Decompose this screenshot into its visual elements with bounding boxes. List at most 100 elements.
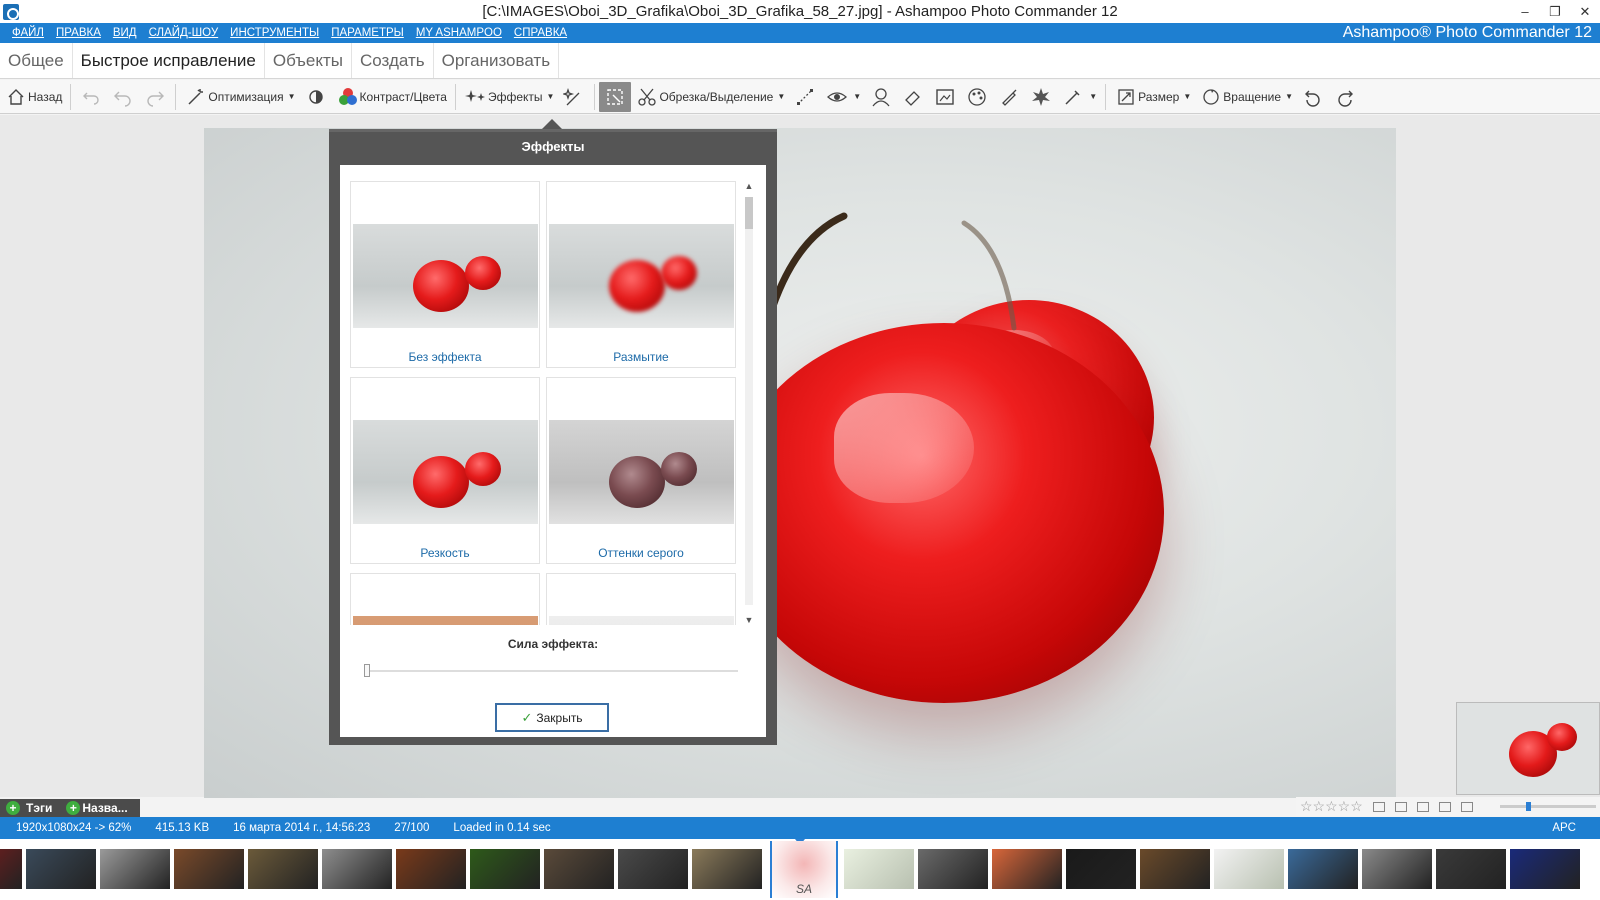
filmstrip-thumb[interactable] xyxy=(1362,849,1432,889)
zoom-slider-knob[interactable] xyxy=(1526,802,1531,811)
straighten-button[interactable] xyxy=(789,82,821,112)
redo-button[interactable] xyxy=(139,82,171,112)
fullscreen-icon[interactable] xyxy=(1438,801,1451,812)
filmstrip-thumb[interactable] xyxy=(544,849,614,889)
brightness-button[interactable] xyxy=(300,82,332,112)
scroll-track[interactable] xyxy=(745,197,753,605)
zoom-slider-track[interactable] xyxy=(1500,805,1596,808)
filmstrip-thumb[interactable] xyxy=(396,849,466,889)
splash-button[interactable] xyxy=(1025,82,1057,112)
restore-button[interactable]: ❐ xyxy=(1540,0,1570,23)
rotate-right-icon xyxy=(1333,85,1357,109)
effect-card-sepia[interactable] xyxy=(350,573,540,625)
filmstrip-thumb[interactable] xyxy=(100,849,170,889)
effect-card-sharpen[interactable]: Резкость xyxy=(350,377,540,564)
toolbar-divider xyxy=(175,83,177,110)
navigator-preview[interactable] xyxy=(1456,702,1600,795)
brush-button[interactable] xyxy=(993,82,1025,112)
filmstrip-thumb[interactable] xyxy=(322,849,392,889)
minimize-button[interactable]: – xyxy=(1510,0,1540,23)
scroll-thumb[interactable] xyxy=(745,197,753,229)
effect-label: Размытие xyxy=(613,350,669,364)
menu-help[interactable]: СПРАВКА xyxy=(514,27,567,39)
menu-slideshow[interactable]: СЛАЙД-ШОУ xyxy=(149,27,219,39)
view-compare-icon[interactable] xyxy=(1394,801,1407,812)
add-name-icon[interactable]: + xyxy=(66,801,81,815)
undo-all-button[interactable] xyxy=(75,82,107,112)
resize-button[interactable]: Размер ▼ xyxy=(1110,82,1195,112)
filmstrip-thumb[interactable] xyxy=(692,849,762,889)
tab-objects[interactable]: Объекты xyxy=(265,43,352,78)
eraser-button[interactable] xyxy=(897,82,929,112)
filmstrip-thumb[interactable] xyxy=(248,849,318,889)
filmstrip-thumb[interactable] xyxy=(174,849,244,889)
gallery-scrollbar[interactable]: ▲ ▼ xyxy=(742,179,756,627)
filmstrip-thumb[interactable] xyxy=(992,849,1062,889)
filmstrip-thumb[interactable] xyxy=(1288,849,1358,889)
effect-card-blur[interactable]: Размытие xyxy=(546,181,736,368)
effect-strength-slider[interactable] xyxy=(364,664,738,678)
menu-my-ashampoo[interactable]: MY ASHAMPOO xyxy=(416,27,502,39)
line-tool-icon xyxy=(793,85,817,109)
add-tag-icon[interactable]: + xyxy=(6,801,20,815)
thumbnail-cherry xyxy=(661,452,697,486)
rotate-button[interactable]: Вращение ▼ xyxy=(1195,82,1297,112)
menu-tools[interactable]: ИНСТРУМЕНТЫ xyxy=(230,27,319,39)
effect-card-none[interactable]: Без эффекта xyxy=(350,181,540,368)
menu-view[interactable]: ВИД xyxy=(113,27,137,39)
palette-button[interactable] xyxy=(961,82,993,112)
frame-button[interactable] xyxy=(929,82,961,112)
menu-options[interactable]: ПАРАМЕТРЫ xyxy=(331,27,404,39)
select-tool-button[interactable] xyxy=(599,81,632,112)
filmstrip-thumb-current[interactable]: SA xyxy=(770,841,838,898)
thumbnail-cherry xyxy=(465,256,501,290)
rating-stars[interactable]: ☆☆☆☆☆ xyxy=(1300,798,1363,815)
portrait-button[interactable] xyxy=(865,82,897,112)
wand-sparkle-icon xyxy=(562,85,586,109)
scroll-up-icon[interactable]: ▲ xyxy=(742,179,756,193)
tab-create[interactable]: Создать xyxy=(352,43,434,78)
crop-selection-button[interactable]: Обрезка/Выделение ▼ xyxy=(631,82,789,112)
undo-button[interactable] xyxy=(107,82,139,112)
effect-card-grayscale[interactable]: Оттенки серого xyxy=(546,377,736,564)
filmstrip-thumb[interactable] xyxy=(918,849,988,889)
close-window-button[interactable]: ✕ xyxy=(1570,0,1600,23)
rotate-right-button[interactable] xyxy=(1329,82,1361,112)
tab-organize[interactable]: Организовать xyxy=(434,43,560,78)
monitor-icon[interactable] xyxy=(1460,801,1473,812)
quick-enhance-button[interactable] xyxy=(558,82,590,112)
filmstrip-thumb[interactable] xyxy=(844,849,914,889)
view-grid-icon[interactable] xyxy=(1416,801,1429,812)
filmstrip-thumb[interactable] xyxy=(1214,849,1284,889)
name-label[interactable]: Назва... xyxy=(82,801,127,815)
view-single-icon[interactable] xyxy=(1372,801,1385,812)
red-eye-button[interactable]: ▼ xyxy=(821,82,865,112)
brush-icon xyxy=(997,85,1021,109)
effect-label: Резкость xyxy=(420,546,470,560)
scroll-down-icon[interactable]: ▼ xyxy=(742,613,756,627)
menu-edit[interactable]: ПРАВКА xyxy=(56,27,101,39)
filmstrip-thumb[interactable] xyxy=(0,849,22,889)
filmstrip-thumb[interactable] xyxy=(1140,849,1210,889)
tags-label[interactable]: Тэги xyxy=(26,801,52,815)
filmstrip-thumb[interactable] xyxy=(1510,849,1580,889)
tab-quick-fix[interactable]: Быстрое исправление xyxy=(72,43,265,78)
brand-label: Ashampoo® Photo Commander 12 xyxy=(1342,24,1592,41)
optimize-button[interactable]: Оптимизация ▼ xyxy=(180,82,299,112)
filmstrip-thumb[interactable] xyxy=(618,849,688,889)
effects-button[interactable]: Эффекты ▼ xyxy=(460,82,558,112)
close-effects-button[interactable]: ✓ Закрыть xyxy=(495,703,609,732)
effects-gallery: Без эффекта Размытие Резкость Оттенки се… xyxy=(350,181,736,625)
clone-button[interactable]: ▼ xyxy=(1057,82,1101,112)
back-button[interactable]: Назад xyxy=(0,82,66,112)
filmstrip-thumb[interactable] xyxy=(1436,849,1506,889)
filmstrip-thumb[interactable] xyxy=(26,849,96,889)
contrast-colors-button[interactable]: Контраст/Цвета xyxy=(332,82,451,112)
filmstrip-thumb[interactable] xyxy=(470,849,540,889)
slider-knob[interactable] xyxy=(364,664,370,677)
tab-general[interactable]: Общее xyxy=(0,43,73,78)
menu-file[interactable]: ФАЙЛ xyxy=(12,27,44,39)
effect-card-light[interactable] xyxy=(546,573,736,625)
rotate-left-button[interactable] xyxy=(1297,82,1329,112)
filmstrip-thumb[interactable] xyxy=(1066,849,1136,889)
